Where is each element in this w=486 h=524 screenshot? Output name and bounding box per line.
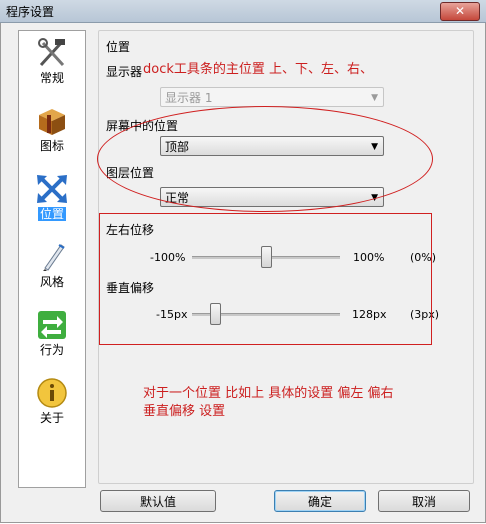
annotation-top: dock工具条的主位置 上、下、左、右、	[143, 62, 374, 77]
defaults-button[interactable]: 默认值	[100, 490, 216, 512]
annotation-bottom-line1: 对于一个位置 比如上 具体的设置 偏左 偏右	[143, 386, 394, 401]
sidebar-item-style[interactable]: 风格	[19, 241, 85, 290]
arrows-icon	[37, 175, 67, 203]
sidebar-item-label: 常规	[39, 71, 64, 85]
sidebar-item-behavior[interactable]: 行为	[19, 309, 85, 358]
annotation-bottom-line2: 垂直偏移 设置	[143, 404, 226, 419]
sidebar-item-icons[interactable]: 图标	[19, 105, 85, 154]
sidebar: 常规 图标 位置 风格 行为 关于	[18, 30, 86, 488]
ok-button[interactable]: 确定	[274, 490, 366, 512]
pen-icon	[43, 244, 65, 271]
sidebar-item-general[interactable]: 常规	[19, 37, 85, 86]
tools-icon	[38, 38, 65, 67]
window-title: 程序设置	[6, 5, 55, 19]
sidebar-item-position[interactable]: 位置	[19, 173, 85, 222]
monitor-label: 显示器	[106, 65, 143, 79]
chevron-down-icon: ▼	[371, 93, 378, 103]
sidebar-item-label: 行为	[39, 343, 64, 357]
sidebar-item-label: 图标	[39, 139, 64, 153]
annotation-ellipse	[97, 106, 433, 212]
title-bar: 程序设置 ✕	[0, 0, 486, 23]
cancel-button[interactable]: 取消	[378, 490, 470, 512]
section-title: 位置	[106, 40, 131, 54]
info-icon	[37, 378, 67, 408]
sidebar-item-label: 关于	[39, 411, 64, 425]
close-button[interactable]: ✕	[440, 2, 480, 21]
monitor-select[interactable]: 显示器 1 ▼	[160, 87, 384, 107]
sidebar-item-label: 风格	[39, 275, 64, 289]
sidebar-item-about[interactable]: 关于	[19, 377, 85, 426]
box-icon	[39, 109, 65, 135]
monitor-select-value: 显示器 1	[165, 91, 213, 105]
annotation-rect	[99, 213, 432, 345]
sidebar-item-label: 位置	[37, 207, 66, 221]
swap-icon	[38, 311, 66, 339]
